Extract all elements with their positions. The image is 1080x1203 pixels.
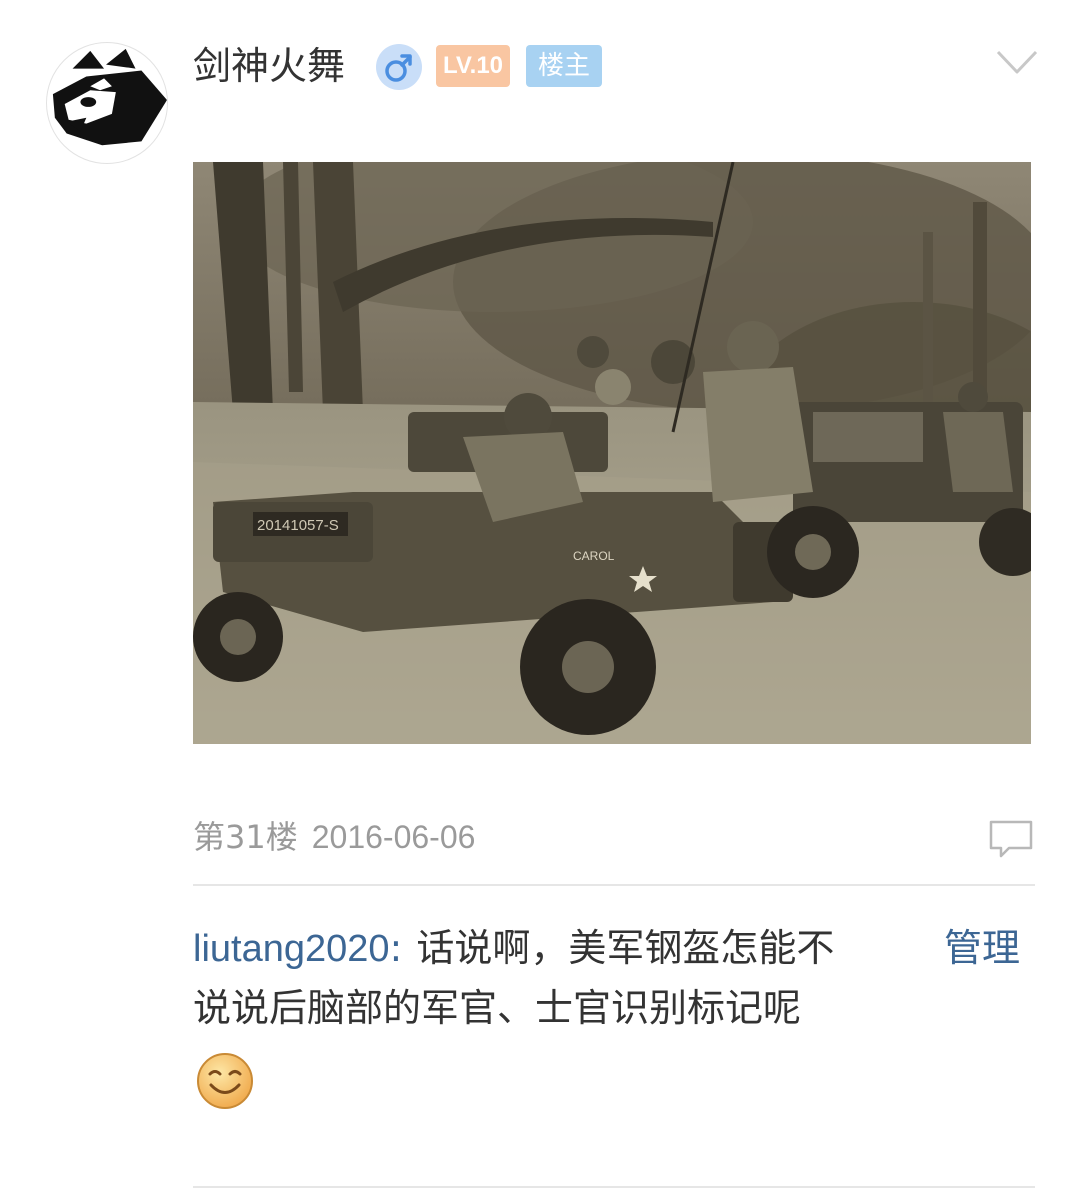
post-date: 2016-06-06 [311, 819, 476, 855]
vehicle-name-text: CAROL [573, 549, 615, 563]
owner-badge: 楼主 [526, 45, 602, 87]
male-icon [376, 44, 422, 90]
reply-item: liutang2020: 话说啊，美军钢盔怎能不 说说后脑部的军官、士官识别标记呢 [193, 918, 1035, 1038]
reply-username[interactable]: liutang2020 [193, 928, 390, 970]
reply-separator: : [389, 926, 403, 970]
reply-text-1: 话说啊，美军钢盔怎能不 [416, 926, 835, 970]
post-card: 剑神火舞 LV.10 楼主 20141057-S CAROL 第31楼 2016… [0, 0, 1080, 1203]
floor-number: 第31楼 [193, 818, 298, 856]
panda-avatar-icon [47, 43, 167, 163]
level-badge: LV.10 [436, 45, 510, 87]
reply-line-1: liutang2020: 话说啊，美军钢盔怎能不 [193, 918, 1035, 978]
jeep-soldiers-photo: 20141057-S CAROL [193, 162, 1031, 744]
divider [193, 1186, 1035, 1188]
post-meta: 第31楼 2016-06-06 [193, 812, 475, 862]
smile-emoji-icon [196, 1052, 254, 1110]
author-name[interactable]: 剑神火舞 [193, 40, 345, 92]
reply-text-2: 说说后脑部的军官、士官识别标记呢 [193, 986, 802, 1030]
author-avatar[interactable] [46, 42, 168, 164]
plate-text: 20141057-S [257, 517, 339, 534]
comment-icon[interactable] [987, 818, 1035, 860]
chevron-down-icon[interactable] [994, 46, 1040, 78]
post-image[interactable]: 20141057-S CAROL [193, 162, 1031, 744]
manage-button[interactable]: 管理 [944, 918, 1020, 978]
divider [193, 884, 1035, 886]
